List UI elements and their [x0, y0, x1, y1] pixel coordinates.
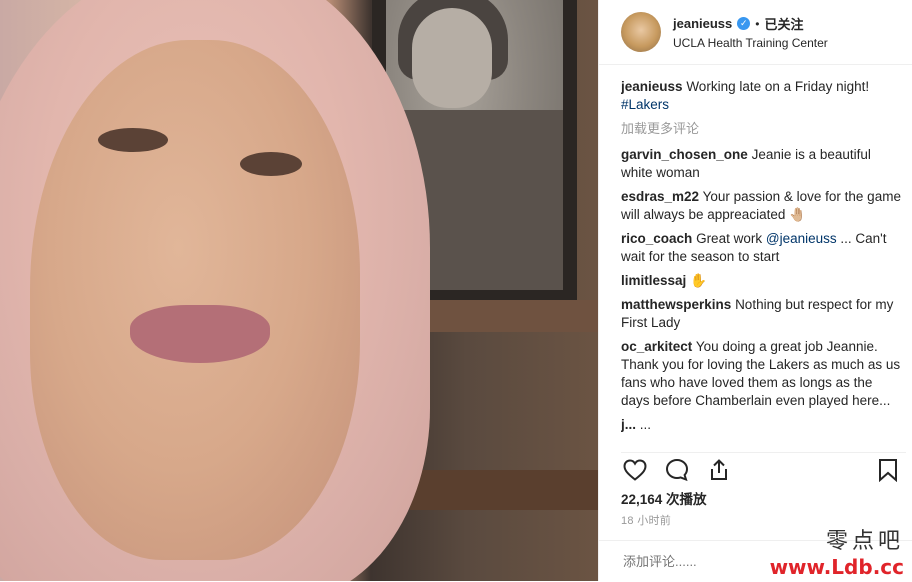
shelf	[420, 300, 598, 332]
like-heart-icon[interactable]	[621, 456, 649, 484]
caption-text: Working late on a Friday night!	[686, 79, 870, 94]
comment-item: rico_coach Great work @jeanieuss ... Can…	[621, 230, 902, 266]
comment-item: garvin_chosen_one Jeanie is a beautiful …	[621, 146, 902, 182]
watermark-url: www.Ldb.cc	[769, 555, 904, 579]
action-bar	[621, 452, 906, 485]
bookmark-icon[interactable]	[874, 456, 902, 484]
comment-text: ✋	[690, 273, 707, 288]
comment-username[interactable]: oc_arkitect	[621, 339, 692, 354]
comment-bubble-icon[interactable]	[663, 456, 691, 484]
comment-username[interactable]: rico_coach	[621, 231, 692, 246]
avatar[interactable]	[621, 12, 661, 52]
comment-username[interactable]: limitlessaj	[621, 273, 686, 288]
caption-username[interactable]: jeanieuss	[621, 79, 683, 94]
comment-item: oc_arkitect You doing a great job Jeanni…	[621, 338, 902, 410]
post-video[interactable]	[0, 0, 598, 581]
separator-dot: •	[755, 16, 760, 31]
shelf	[410, 470, 598, 510]
post-header: jeanieuss ✓ • 已关注 UCLA Health Training C…	[599, 0, 912, 65]
comment-item: matthewsperkins Nothing but respect for …	[621, 296, 902, 332]
post-timestamp[interactable]: 18 小时前	[621, 512, 671, 528]
comment-item: limitlessaj ✋	[621, 272, 902, 290]
follow-button[interactable]: 已关注	[764, 14, 803, 33]
comment-text: ...	[639, 417, 652, 432]
person-face	[30, 40, 360, 560]
comment-text: Great work	[696, 231, 763, 246]
comment-item: j... ...	[621, 416, 902, 434]
caption-hashtag[interactable]: #Lakers	[621, 97, 669, 112]
username-link[interactable]: jeanieuss	[673, 16, 732, 31]
share-icon[interactable]	[705, 456, 733, 484]
comment-username[interactable]: j...	[621, 417, 636, 432]
watermark-text: 零点吧	[825, 529, 904, 554]
verified-badge-icon: ✓	[737, 17, 751, 30]
comment-item: esdras_m22 Your passion & love for the g…	[621, 188, 902, 224]
watermark: 零点吧 www.Ldb.cc	[770, 523, 904, 579]
load-more-comments-button[interactable]: 加载更多评论	[621, 120, 902, 138]
view-count[interactable]: 22,164 次播放	[621, 488, 707, 508]
comment-mention[interactable]: @jeanieuss	[766, 231, 837, 246]
comment-username[interactable]: esdras_m22	[621, 189, 699, 204]
caption: jeanieuss Working late on a Friday night…	[621, 78, 902, 114]
post-sidebar: jeanieuss ✓ • 已关注 UCLA Health Training C…	[598, 0, 912, 581]
location-link[interactable]: UCLA Health Training Center	[673, 36, 828, 50]
comment-list: jeanieuss Working late on a Friday night…	[621, 78, 902, 450]
comment-username[interactable]: garvin_chosen_one	[621, 147, 748, 162]
comment-username[interactable]: matthewsperkins	[621, 297, 731, 312]
